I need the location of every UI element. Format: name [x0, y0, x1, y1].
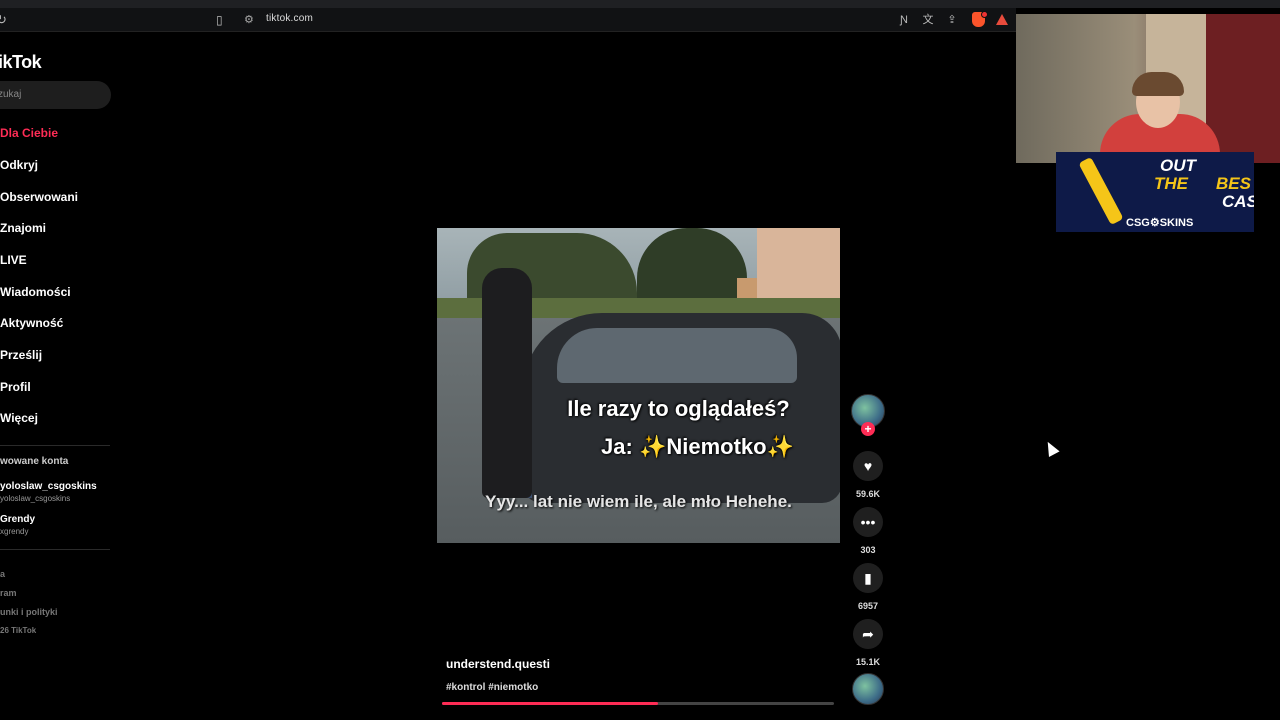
video-player[interactable]: Ile razy to oglądałeś? Ja: ✨Niemotko✨ Yy… — [437, 228, 840, 543]
heart-icon: ♥ — [863, 458, 873, 474]
share-arrow-icon: ➦ — [862, 626, 874, 642]
browser-tabstrip — [0, 0, 1280, 8]
account-handle: xgrendy — [0, 527, 29, 536]
share-icon[interactable]: ⇪ — [944, 12, 960, 28]
footer-link[interactable]: a — [0, 569, 5, 579]
webcam-overlay — [1016, 14, 1280, 163]
save-count: 6957 — [857, 601, 879, 611]
video-hashtags[interactable]: #kontrol #niemotko — [446, 682, 538, 693]
browser-toolbar: ↻ ▯ ⚙ tiktok.com Ɲ 文 ⇪ — [0, 8, 1016, 32]
knife-icon — [1078, 156, 1124, 226]
nav-explore[interactable]: Odkryj — [0, 158, 38, 172]
video-author[interactable]: understend.questi — [446, 657, 550, 671]
bookmark-icon: ▮ — [864, 570, 872, 586]
search-input[interactable]: zukaj — [0, 81, 111, 109]
nav-activity[interactable]: Aktywność — [0, 316, 63, 330]
ad-text: BES — [1216, 174, 1251, 193]
sponsor-ad-overlay: OUT THE BES CASE CSG⚙SKINS — [1056, 152, 1254, 232]
nav-live[interactable]: LIVE — [0, 253, 27, 267]
footer-link[interactable]: unki i polityki — [0, 607, 58, 617]
sound-disc-icon[interactable] — [852, 673, 884, 705]
nav-following[interactable]: Obserwowani — [0, 190, 78, 204]
save-button[interactable]: ▮ — [853, 563, 883, 593]
video-frame-car-window — [557, 328, 797, 383]
tiktok-logo[interactable]: ikTok — [0, 52, 42, 73]
comment-icon: ••• — [860, 514, 876, 530]
address-bar[interactable]: tiktok.com — [266, 13, 313, 24]
ad-brand: CSG⚙SKINS — [1126, 217, 1194, 229]
sidebar-divider — [0, 445, 110, 446]
share-button[interactable]: ➦ — [853, 619, 883, 649]
share-count: 15.1K — [855, 657, 881, 667]
nav-messages[interactable]: Wiadomości — [0, 285, 71, 299]
comment-button[interactable]: ••• — [853, 507, 883, 537]
video-progress-fill — [442, 702, 658, 705]
video-subtitle: Yyy... lat nie wiem ile, ale mło Hehehe. — [485, 492, 792, 511]
ad-text: CASE — [1222, 192, 1254, 211]
streamer-hair — [1132, 72, 1184, 96]
video-frame-person — [482, 268, 532, 498]
nav-for-you[interactable]: Dla Ciebie — [0, 126, 58, 140]
video-progress-bar[interactable] — [442, 702, 834, 705]
comment-count: 303 — [860, 545, 876, 555]
bookmark-icon[interactable]: ▯ — [216, 12, 228, 28]
account-name[interactable]: Grendy — [0, 514, 35, 525]
reload-icon[interactable]: ↻ — [0, 12, 12, 28]
copyright: 26 TikTok — [0, 626, 37, 635]
footer-link[interactable]: ram — [0, 588, 17, 598]
like-count: 59.6K — [855, 489, 881, 499]
nav-more[interactable]: Więcej — [0, 411, 38, 425]
account-name[interactable]: yoloslaw_csgoskins — [0, 481, 97, 492]
translate-icon[interactable]: 文 — [920, 12, 936, 28]
video-caption-line1: Ile razy to oglądałeś? — [567, 396, 790, 421]
like-button[interactable]: ♥ — [853, 451, 883, 481]
nav-friends[interactable]: Znajomi — [0, 221, 46, 235]
brave-rewards-icon[interactable] — [996, 14, 1008, 25]
ad-text: OUT — [1160, 156, 1196, 175]
ad-text: THE — [1154, 174, 1188, 193]
follow-plus-icon[interactable]: + — [861, 422, 875, 436]
shield-badge — [981, 11, 988, 18]
site-settings-icon[interactable]: ⚙ — [244, 12, 258, 28]
reader-icon[interactable]: Ɲ — [896, 12, 912, 28]
followed-accounts-title: wowane konta — [0, 456, 69, 467]
nav-profile[interactable]: Profil — [0, 380, 31, 394]
video-caption-line2: Ja: ✨Niemotko✨ — [601, 434, 794, 459]
account-handle: yoloslaw_csgoskins — [0, 494, 71, 503]
mouse-cursor-icon — [1042, 439, 1060, 457]
nav-upload[interactable]: Prześlij — [0, 348, 42, 362]
sidebar-divider — [0, 549, 110, 550]
